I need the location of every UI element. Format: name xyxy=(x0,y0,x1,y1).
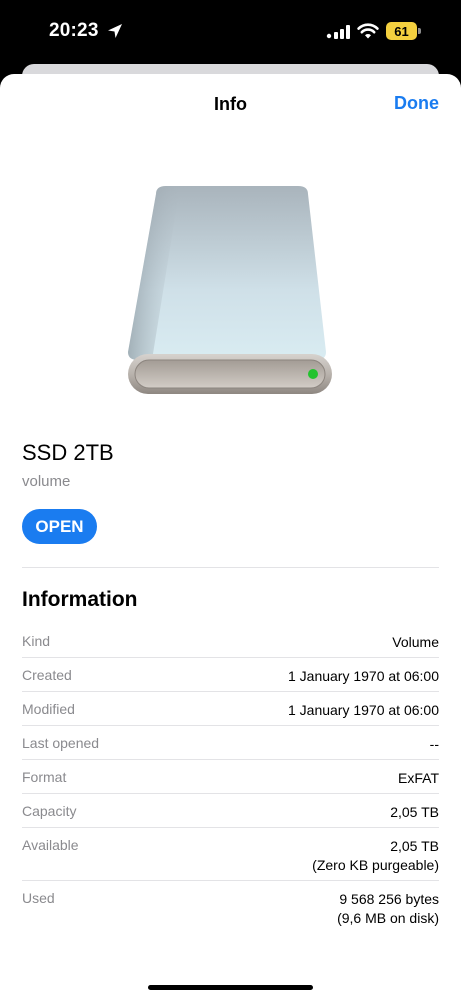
row-value-secondary: (Zero KB purgeable) xyxy=(312,857,439,873)
divider xyxy=(22,793,439,794)
row-label: Available xyxy=(22,837,79,853)
sheet-title: Info xyxy=(214,94,247,114)
wifi-icon xyxy=(357,23,379,39)
item-name: SSD 2TB xyxy=(22,440,114,465)
location-arrow-icon xyxy=(108,24,122,38)
home-indicator[interactable] xyxy=(148,985,313,990)
row-value-group: 9 568 256 bytes (9,6 MB on disk) xyxy=(337,890,439,928)
row-value: 1 January 1970 at 06:00 xyxy=(287,702,439,718)
row-value-group: 2,05 TB (Zero KB purgeable) xyxy=(312,837,439,875)
status-time: 20:23 xyxy=(49,20,99,41)
divider xyxy=(22,657,439,658)
status-bar: 20:23 61 xyxy=(0,0,461,62)
row-value: 2,05 TB xyxy=(390,804,439,820)
external-drive-icon xyxy=(128,186,332,394)
row-value: 1 January 1970 at 06:00 xyxy=(287,668,439,684)
row-label: Used xyxy=(22,890,55,906)
section-title-information: Information xyxy=(22,588,138,611)
done-button[interactable]: Done xyxy=(394,93,439,114)
row-label: Created xyxy=(22,667,72,683)
row-value: ExFAT xyxy=(398,770,439,786)
battery-level: 61 xyxy=(386,22,417,40)
divider xyxy=(22,567,439,568)
row-label: Capacity xyxy=(22,803,77,819)
divider xyxy=(22,725,439,726)
open-button[interactable]: OPEN xyxy=(22,509,97,544)
divider xyxy=(22,691,439,692)
row-label: Format xyxy=(22,769,67,785)
row-value: 2,05 TB xyxy=(390,838,439,854)
battery-tip xyxy=(418,28,421,34)
row-label: Last opened xyxy=(22,735,100,751)
row-value: Volume xyxy=(392,634,439,650)
item-kind: volume xyxy=(22,473,71,490)
battery-icon: 61 xyxy=(386,22,422,40)
divider xyxy=(22,827,439,828)
row-value: 9 568 256 bytes xyxy=(339,891,439,907)
cellular-signal-icon xyxy=(326,25,350,39)
row-value: -- xyxy=(429,736,439,752)
divider xyxy=(22,759,439,760)
row-label: Kind xyxy=(22,633,51,649)
divider xyxy=(22,880,439,881)
row-value-secondary: (9,6 MB on disk) xyxy=(337,910,439,926)
row-label: Modified xyxy=(22,701,75,717)
